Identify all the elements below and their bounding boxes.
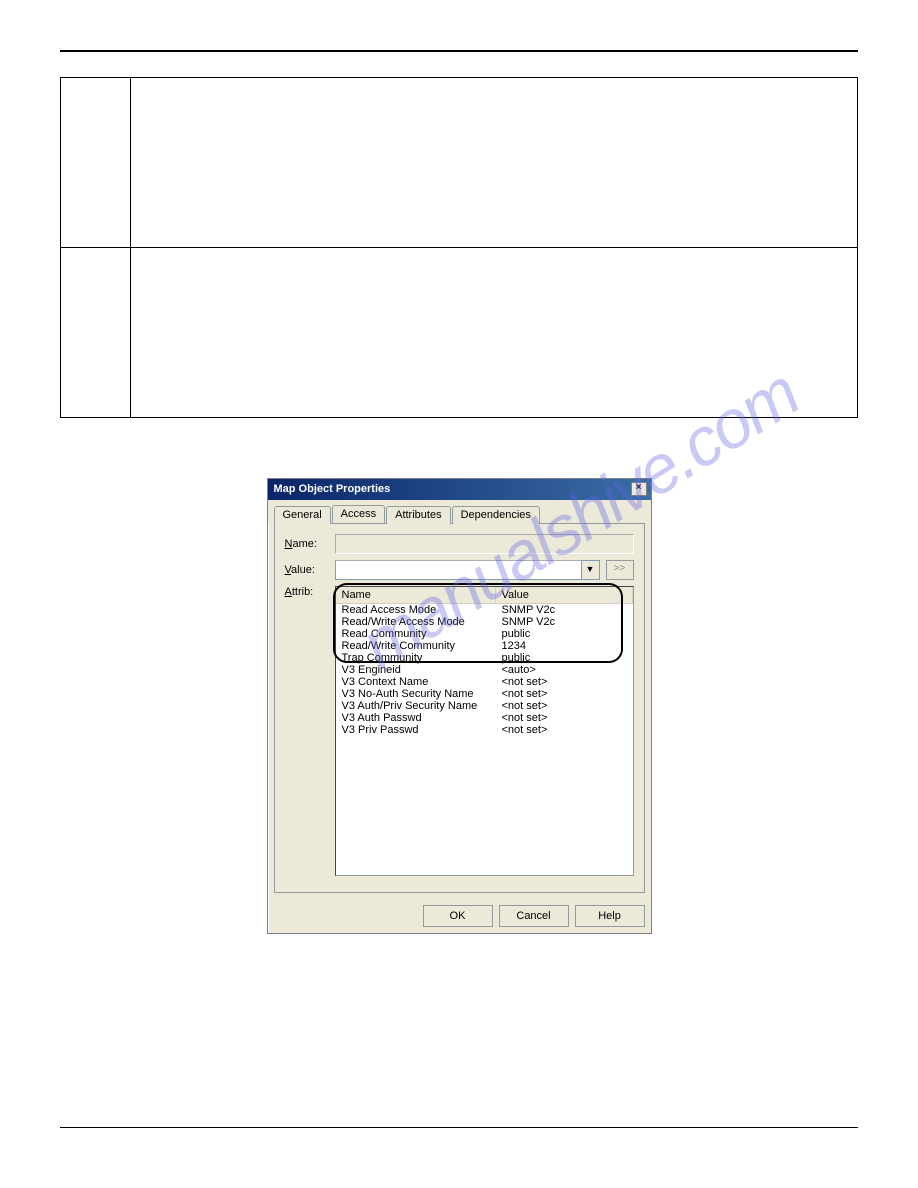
label-attrib: Attrib:	[285, 586, 335, 598]
list-item[interactable]: V3 Priv Passwd<not set>	[336, 724, 633, 736]
tab-dependencies[interactable]: Dependencies	[452, 506, 540, 524]
list-item[interactable]: Trap Communitypublic	[336, 652, 633, 664]
go-button[interactable]: >>	[606, 560, 634, 580]
list-item[interactable]: V3 Engineid<auto>	[336, 664, 633, 676]
name-field	[335, 534, 634, 554]
list-item[interactable]: Read/Write Access ModeSNMP V2c	[336, 616, 633, 628]
map-object-properties-dialog: Map Object Properties × General Access A…	[267, 478, 652, 934]
ok-button[interactable]: OK	[423, 905, 493, 927]
th-step	[61, 78, 131, 248]
col-value[interactable]: Value	[496, 587, 633, 603]
value-dropdown[interactable]: ▼	[335, 560, 600, 580]
value-input[interactable]	[335, 560, 582, 580]
tab-panel-access: Name: Value: ▼ >> Attrib: Name Value	[274, 523, 645, 893]
dialog-button-row: OK Cancel Help	[268, 899, 651, 933]
list-item[interactable]: Read/Write Community1234	[336, 640, 633, 652]
dialog-title: Map Object Properties	[274, 483, 391, 495]
list-item[interactable]: V3 Auth Passwd<not set>	[336, 712, 633, 724]
attrib-listbox[interactable]: Name Value Read Access ModeSNMP V2c Read…	[335, 586, 634, 876]
list-item[interactable]: V3 Context Name<not set>	[336, 676, 633, 688]
td-step	[61, 248, 131, 418]
divider-top	[60, 50, 858, 52]
tab-access[interactable]: Access	[332, 505, 385, 523]
tab-general[interactable]: General	[274, 506, 331, 524]
th-action	[131, 78, 858, 248]
divider-bottom	[60, 1127, 858, 1128]
cancel-button[interactable]: Cancel	[499, 905, 569, 927]
dialog-titlebar[interactable]: Map Object Properties ×	[268, 479, 651, 500]
help-button[interactable]: Help	[575, 905, 645, 927]
label-name: Name:	[285, 538, 335, 550]
chevron-down-icon[interactable]: ▼	[582, 560, 600, 580]
list-item[interactable]: V3 Auth/Priv Security Name<not set>	[336, 700, 633, 712]
list-item[interactable]: V3 No-Auth Security Name<not set>	[336, 688, 633, 700]
list-header: Name Value	[336, 587, 633, 604]
td-action	[131, 248, 858, 418]
list-item[interactable]: Read Communitypublic	[336, 628, 633, 640]
close-icon[interactable]: ×	[631, 482, 647, 496]
content-table	[60, 77, 858, 418]
list-item[interactable]: Read Access ModeSNMP V2c	[336, 604, 633, 616]
label-value: Value:	[285, 564, 335, 576]
tab-bar: General Access Attributes Dependencies	[268, 500, 651, 523]
tab-attributes[interactable]: Attributes	[386, 506, 450, 524]
col-name[interactable]: Name	[336, 587, 496, 603]
